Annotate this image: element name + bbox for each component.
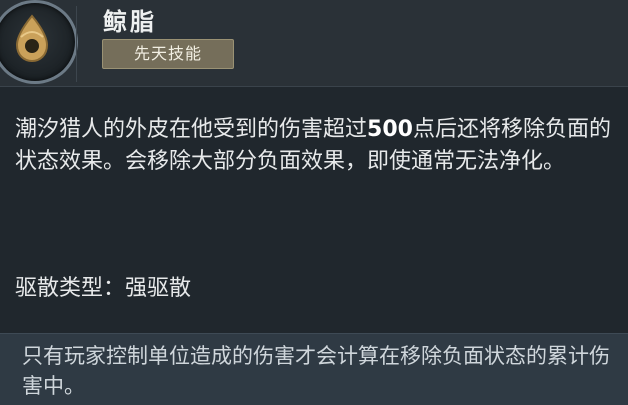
header-divider [76,6,77,82]
damage-threshold-value: 500 [367,117,413,142]
fat-drop-icon [15,14,49,63]
ability-description: 潮汐猎人的外皮在他受到的伤害超过500点后还将移除负面的状态效果。会移除大部分负… [15,114,620,178]
description-text-before: 潮汐猎人的外皮在他受到的伤害超过 [15,117,368,142]
tooltip-header: 鲸脂 先天技能 [0,0,628,87]
dispel-type: 驱散类型：强驱散 [15,276,192,301]
ability-name: 鲸脂 [103,8,157,36]
footer-note: 只有玩家控制单位造成的伤害才会计算在移除负面状态的累计伤害中。 [22,344,610,398]
ability-icon-frame [0,0,78,84]
tooltip-body: 潮汐猎人的外皮在他受到的伤害超过500点后还将移除负面的状态效果。会移除大部分负… [0,87,628,333]
tooltip-footer: 只有玩家控制单位造成的伤害才会计算在移除负面状态的累计伤害中。 [0,333,628,405]
ability-type-badge: 先天技能 [102,39,234,69]
ability-tooltip: 鲸脂 先天技能 潮汐猎人的外皮在他受到的伤害超过500点后还将移除负面的状态效果… [0,0,628,405]
